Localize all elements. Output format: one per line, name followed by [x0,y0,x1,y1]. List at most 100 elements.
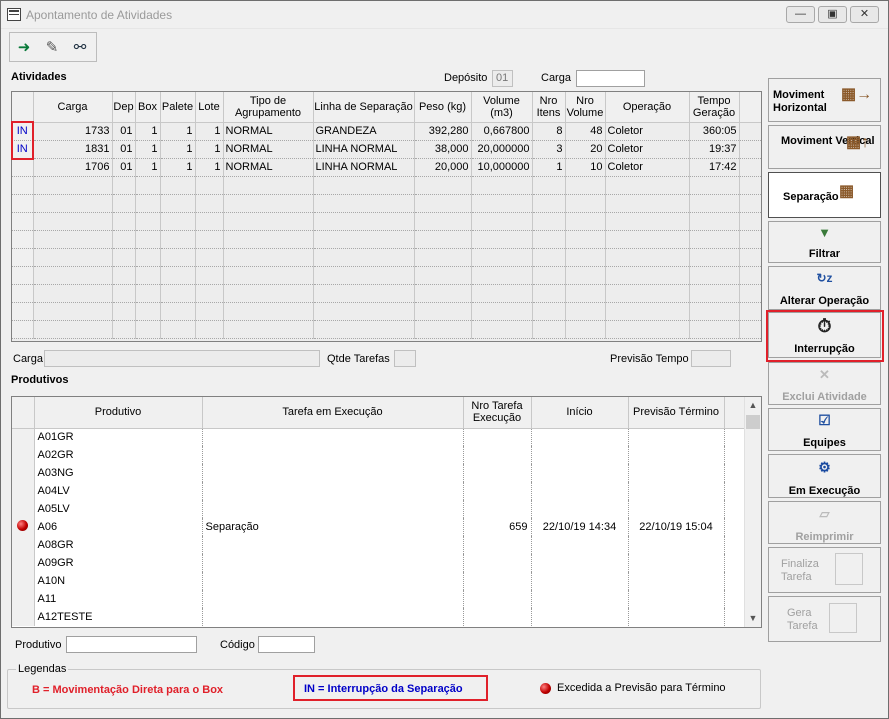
empty-cell [313,266,415,285]
produtivo-row[interactable]: A05LV [12,500,745,518]
produtivos-col-header[interactable]: Produtivo [34,397,203,429]
produtivo-row[interactable]: A11 [12,590,745,608]
close-button[interactable]: ✕ [850,6,879,23]
empty-cell [605,176,690,195]
atividade-cell: 20,000 [414,158,472,177]
alterar-operacao-button[interactable]: ↻z Alterar Operação [768,266,881,310]
equipes-button[interactable]: ☑ Equipes [768,408,881,451]
produtivo-row[interactable]: A12TESTE [12,608,745,626]
scroll-down-icon[interactable]: ▼ [745,610,761,627]
atividades-col-header[interactable] [12,92,34,123]
empty-cell [195,248,224,267]
produtivo-row[interactable]: A03NG [12,464,745,482]
empty-row [12,248,761,267]
atividade-row[interactable]: IN 1831 01 1 1 1 NORMAL LINHA NORMAL 38,000 20,00… [12,140,761,159]
atividade-cell: 1 [532,158,566,177]
empty-cell [471,248,533,267]
produtivo-row[interactable]: A06 Separação 659 22/10/19 14:34 22/10/19 15… [12,518,745,536]
atividades-col-header[interactable]: Nro Itens [532,92,566,123]
deposito-field[interactable]: 01 [492,70,513,87]
exit-icon[interactable]: ➜ [12,36,36,59]
atividades-col-header[interactable]: Tipo de Agrupamento [223,92,314,123]
produtivo-row[interactable]: A01GR [12,428,745,446]
empty-cell [689,302,740,321]
empty-cell [313,230,415,249]
produtivo-row[interactable]: A08GR [12,536,745,554]
atividades-col-header[interactable]: Palete [160,92,196,123]
empty-cell [160,284,196,303]
reimprimir-label: Reimprimir [795,531,854,543]
empty-cell [12,248,34,267]
minimize-button[interactable]: — [786,6,815,23]
row-indicator [12,158,34,177]
atividades-col-header[interactable]: Box [135,92,161,123]
atividade-row[interactable]: 1706 01 1 1 1 NORMAL LINHA NORMAL 20,000 10,0000… [12,158,761,177]
atividade-cell: 8 [532,122,566,141]
produtivos-col-header[interactable]: Início [531,397,629,429]
atividades-col-header[interactable]: Tempo Geração [689,92,740,123]
atividade-cell: 1733 [33,122,113,141]
carga-input[interactable] [576,70,645,87]
atividade-cell: 1 [195,158,224,177]
empty-cell [739,212,761,231]
produtivo-row[interactable]: A02GR [12,446,745,464]
empty-cell [565,194,606,213]
atividades-col-header[interactable]: Operação [605,92,690,123]
exclui-atividade-button[interactable]: ✕ Exclui Atividade [768,362,881,405]
produtivo-input[interactable] [66,636,197,653]
atividades-col-header[interactable]: Nro Volume [565,92,606,123]
produtivo-cell: A09GR [34,554,203,572]
binoculars-icon[interactable]: ⚯ [68,36,92,59]
empty-cell [160,194,196,213]
empty-cell [565,266,606,285]
produtivos-col-header[interactable] [12,397,35,429]
restore-button[interactable]: ▣ [818,6,847,23]
atividades-col-header[interactable]: Linha de Separação [313,92,415,123]
produtivos-scrollbar[interactable]: ▲ ▼ [744,397,761,627]
row-indicator [12,590,35,608]
separacao-button[interactable]: Separação ▦ [768,172,881,218]
produtivo-cell [463,428,532,446]
produtivos-col-header[interactable]: Previsão Término [628,397,725,429]
eraser-icon[interactable]: ✎ [40,36,64,59]
produtivos-col-header[interactable]: Tarefa em Execução [202,397,464,429]
codigo-input[interactable] [258,636,315,653]
atividades-grid[interactable]: Carga Dep Box Palete Lote Tipo de Agrupamento… [11,91,762,342]
produtivo-cell [628,428,725,446]
produtivos-grid[interactable]: Produtivo Tarefa em Execução Nro Tarefa Ex… [11,396,762,628]
empty-cell [689,284,740,303]
row-indicator [12,446,35,464]
produtivo-row[interactable]: A09GR [12,554,745,572]
produtivo-row[interactable]: A04LV [12,482,745,500]
empty-cell [689,194,740,213]
empty-row [12,212,761,231]
produtivo-row[interactable]: A10N [12,572,745,590]
atividade-cell: GRANDEZA [313,122,415,141]
previsao-tempo-label: Previsão Tempo [610,353,689,365]
atividades-col-header[interactable]: Volume (m3) [471,92,533,123]
reimprimir-button[interactable]: ▱ Reimprimir [768,501,881,544]
moviment-vertical-button[interactable]: Moviment Vertical ▦↑ [768,125,881,169]
empty-cell [414,302,472,321]
atividade-row[interactable]: IN 1733 01 1 1 1 NORMAL GRANDEZA 392,280 0,667800… [12,122,761,141]
empty-cell [195,194,224,213]
atividades-col-header[interactable]: Peso (kg) [414,92,472,123]
gera-tarefa-button[interactable]: Gera Tarefa [768,596,881,642]
empty-cell [12,230,34,249]
produtivo-filler-cell [724,464,745,482]
scroll-thumb[interactable] [746,415,760,429]
produtivos-col-header[interactable]: Nro Tarefa Execução [463,397,532,429]
finaliza-tarefa-button[interactable]: Finaliza Tarefa [768,547,881,593]
empty-cell [689,212,740,231]
em-execucao-button[interactable]: ⚙ Em Execução [768,454,881,498]
em-execucao-label: Em Execução [788,485,861,497]
scroll-up-icon[interactable]: ▲ [745,397,761,414]
empty-cell [471,284,533,303]
atividades-col-header[interactable]: Lote [195,92,224,123]
atividades-col-header[interactable]: Dep [112,92,136,123]
filtrar-button[interactable]: ▼ Filtrar [768,221,881,263]
empty-cell [414,194,472,213]
moviment-horizontal-button[interactable]: Moviment Horizontal ▦→ [768,78,881,122]
atividades-col-header[interactable]: Carga [33,92,113,123]
empty-cell [223,194,314,213]
